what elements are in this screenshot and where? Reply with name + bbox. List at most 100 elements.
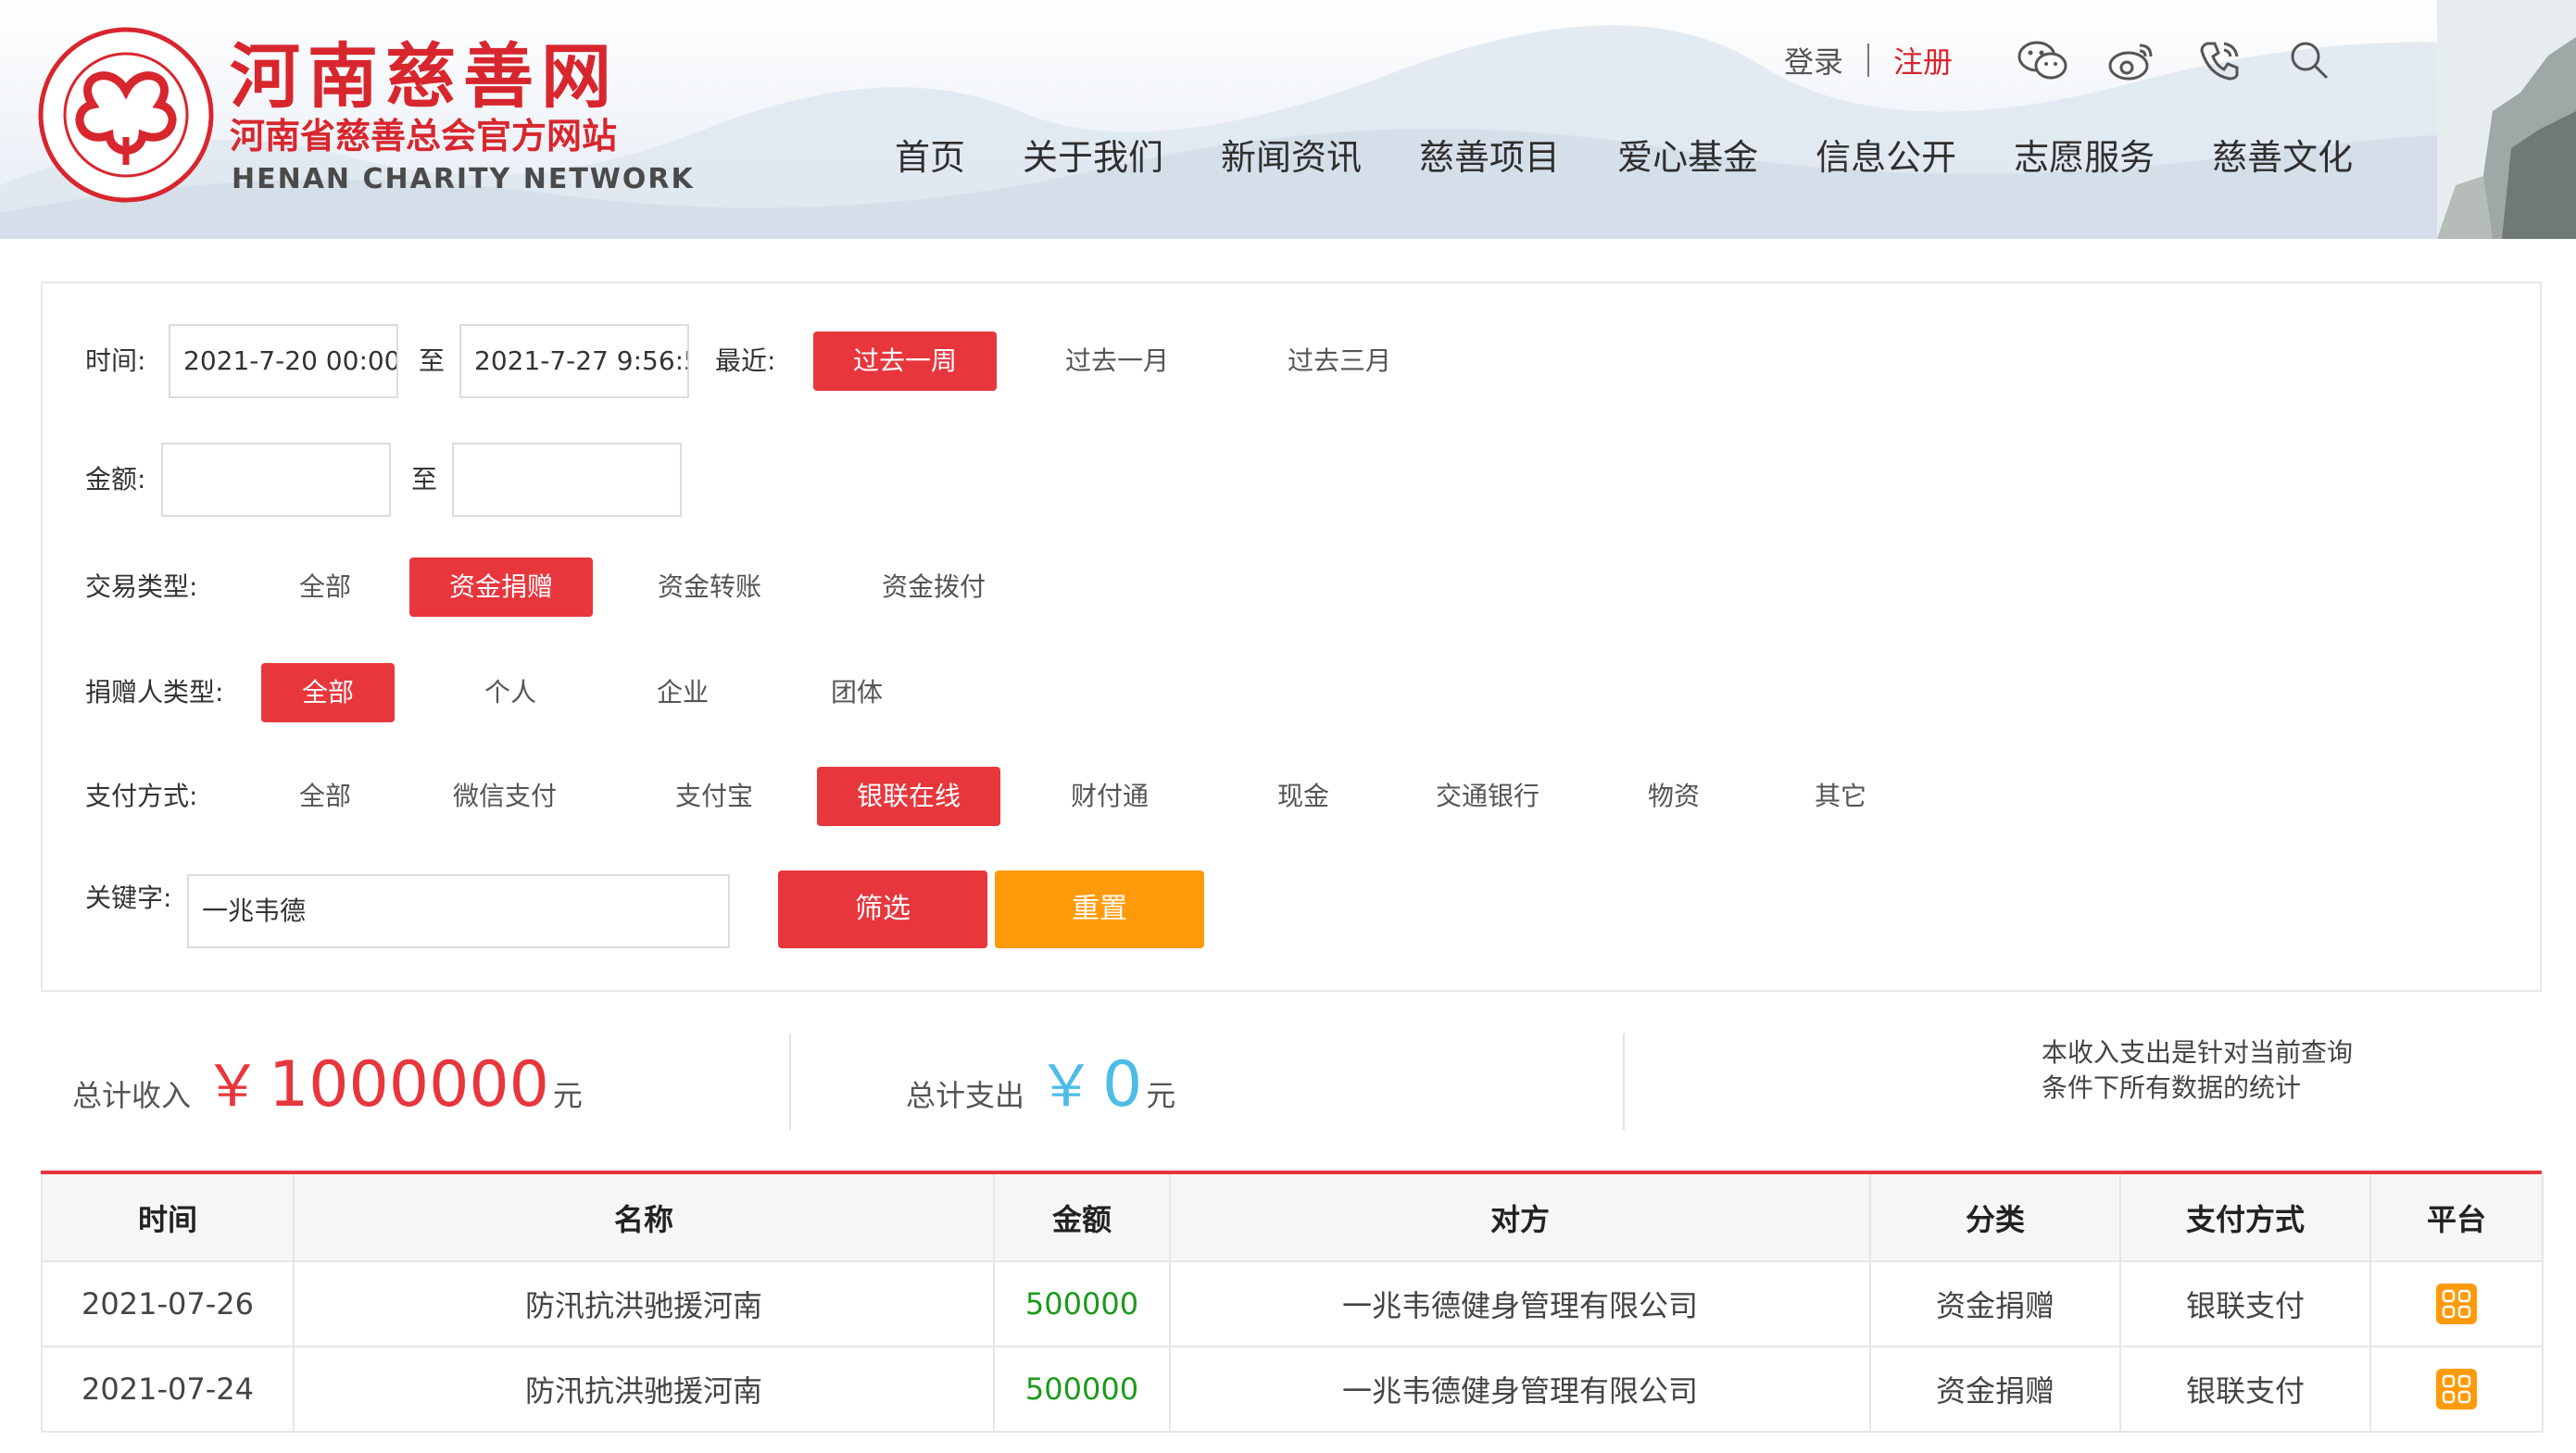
trade-type-allocation[interactable]: 资金拨付 <box>860 557 1008 617</box>
column-header-time[interactable]: 时间 <box>41 1174 295 1262</box>
amount-to-label: 至 <box>411 464 438 495</box>
wechat-icon[interactable] <box>2016 33 2069 87</box>
table-row[interactable]: 2021-07-26 防汛抗洪驰援河南 500000 一兆韦德健身管理有限公司 … <box>41 1260 2544 1347</box>
divider <box>1623 1033 1625 1130</box>
cell-pay: 银联支付 <box>2119 1346 2371 1433</box>
scenery-image <box>2437 0 2576 239</box>
cell-party: 一兆韦德健身管理有限公司 <box>1169 1346 1871 1433</box>
donor-type-row: 捐赠人类型: 全部 个人 企业 团体 <box>43 663 2540 722</box>
donor-type-group[interactable]: 团体 <box>797 663 917 722</box>
recent-past-month[interactable]: 过去一月 <box>1043 332 1191 391</box>
column-header-party[interactable]: 对方 <box>1169 1174 1871 1262</box>
trade-type-all[interactable]: 全部 <box>265 557 385 617</box>
cell-party: 一兆韦德健身管理有限公司 <box>1169 1260 1871 1347</box>
recent-past-three-months[interactable]: 过去三月 <box>1265 332 1414 391</box>
expense-value: 0 <box>1102 1048 1143 1121</box>
cell-amount: 500000 <box>993 1346 1171 1433</box>
income-unit: 元 <box>552 1078 583 1113</box>
column-header-pay[interactable]: 支付方式 <box>2119 1174 2371 1262</box>
filter-panel: 时间: 2021-7-20 00:00: 至 2021-7-27 9:56:5 … <box>41 282 2542 992</box>
platform-app-icon[interactable] <box>2436 1284 2477 1324</box>
summary-note-line2: 条件下所有数据的统计 <box>2042 1072 2302 1103</box>
transactions-table: 时间 名称 金额 对方 分类 支付方式 平台 2021-07-26 防汛抗洪驰援… <box>41 1171 2544 1433</box>
register-link[interactable]: 注册 <box>1893 39 1953 81</box>
weibo-icon[interactable] <box>2105 33 2158 87</box>
reset-button[interactable]: 重置 <box>995 871 1204 948</box>
divider <box>1867 44 1870 77</box>
pay-method-unionpay[interactable]: 银联在线 <box>817 767 1000 826</box>
trade-type-transfer[interactable]: 资金转账 <box>635 557 784 617</box>
divider <box>789 1033 791 1130</box>
pay-method-other[interactable]: 其它 <box>1790 767 1891 826</box>
cell-time: 2021-07-26 <box>41 1260 295 1347</box>
nav-news[interactable]: 新闻资讯 <box>1221 130 1362 185</box>
time-row: 时间: 2021-7-20 00:00: 至 2021-7-27 9:56:5 … <box>43 324 2540 398</box>
nav-volunteer[interactable]: 志愿服务 <box>2014 130 2155 185</box>
filter-button[interactable]: 筛选 <box>778 871 987 948</box>
login-link[interactable]: 登录 <box>1784 39 1843 81</box>
cell-category: 资金捐赠 <box>1869 1260 2121 1347</box>
cell-platform <box>2369 1260 2544 1347</box>
trade-type-row: 交易类型: 全部 资金捐赠 资金转账 资金拨付 <box>43 557 2540 617</box>
donor-type-individual[interactable]: 个人 <box>450 663 571 722</box>
recent-past-week[interactable]: 过去一周 <box>813 332 997 391</box>
main-nav: 首页 关于我们 新闻资讯 慈善项目 爱心基金 信息公开 志愿服务 慈善文化 <box>895 130 2410 185</box>
logo-subtitle: 河南省慈善总会官方网站 <box>230 116 618 157</box>
phone-icon[interactable] <box>2193 33 2247 87</box>
time-start-input[interactable]: 2021-7-20 00:00: <box>169 324 398 398</box>
auth-links: 登录 注册 <box>1784 37 1953 83</box>
recent-label: 最近: <box>715 345 776 376</box>
cell-name[interactable]: 防汛抗洪驰援河南 <box>293 1346 995 1433</box>
amount-row: 金额: 至 <box>43 443 2540 517</box>
amount-max-input[interactable] <box>452 443 682 517</box>
nav-disclosure[interactable]: 信息公开 <box>1816 130 1956 185</box>
cell-platform <box>2369 1346 2544 1433</box>
donor-type-enterprise[interactable]: 企业 <box>622 663 743 722</box>
trade-type-donation[interactable]: 资金捐赠 <box>409 557 593 617</box>
keyword-label: 关键字: <box>85 883 172 913</box>
amount-min-input[interactable] <box>161 443 391 517</box>
cell-amount: 500000 <box>993 1260 1171 1347</box>
nav-home[interactable]: 首页 <box>895 130 965 185</box>
summary-note-line1: 本收入支出是针对当前查询 <box>2042 1037 2354 1068</box>
platform-app-icon[interactable] <box>2436 1369 2477 1409</box>
nav-funds[interactable]: 爱心基金 <box>1617 130 1758 185</box>
summary-note: 本收入支出是针对当前查询 条件下所有数据的统计 <box>2042 1035 2431 1106</box>
expense-unit: 元 <box>1146 1078 1176 1113</box>
social-icons <box>2016 33 2336 87</box>
column-header-platform[interactable]: 平台 <box>2369 1174 2544 1262</box>
pay-method-goods[interactable]: 物资 <box>1623 767 1725 826</box>
donor-type-all[interactable]: 全部 <box>261 663 395 722</box>
time-end-input[interactable]: 2021-7-27 9:56:5 <box>459 324 689 398</box>
logo-title: 河南慈善网 <box>230 35 619 118</box>
nav-culture[interactable]: 慈善文化 <box>2212 130 2353 185</box>
time-to-label: 至 <box>419 345 446 376</box>
column-header-amount[interactable]: 金额 <box>993 1174 1171 1262</box>
trade-type-label: 交易类型: <box>85 571 198 602</box>
nav-about[interactable]: 关于我们 <box>1023 130 1163 185</box>
pay-method-bocom[interactable]: 交通银行 <box>1404 767 1571 826</box>
pay-method-tenpay[interactable]: 财付通 <box>1036 767 1184 826</box>
column-header-name[interactable]: 名称 <box>293 1174 995 1262</box>
pay-method-alipay[interactable]: 支付宝 <box>645 767 784 826</box>
cell-name[interactable]: 防汛抗洪驰援河南 <box>293 1260 995 1347</box>
pay-method-label: 支付方式: <box>85 781 198 811</box>
keyword-row: 关键字: 一兆韦德 筛选 重置 <box>43 871 2540 948</box>
pay-method-all[interactable]: 全部 <box>265 767 385 826</box>
pay-method-row: 支付方式: 全部 微信支付 支付宝 银联在线 财付通 现金 交通银行 物资 其它 <box>43 767 2540 826</box>
column-header-category[interactable]: 分类 <box>1869 1174 2121 1262</box>
expense-label: 总计支出 <box>906 1078 1025 1113</box>
time-label: 时间: <box>85 345 146 376</box>
amount-label: 金额: <box>85 464 146 495</box>
expense-symbol: ￥ <box>1037 1052 1096 1120</box>
cell-time: 2021-07-24 <box>41 1346 295 1433</box>
cell-pay: 银联支付 <box>2119 1260 2371 1347</box>
search-icon[interactable] <box>2282 33 2336 87</box>
table-row[interactable]: 2021-07-24 防汛抗洪驰援河南 500000 一兆韦德健身管理有限公司 … <box>41 1346 2544 1433</box>
pay-method-wechat[interactable]: 微信支付 <box>426 767 584 826</box>
table-header-row: 时间 名称 金额 对方 分类 支付方式 平台 <box>41 1174 2544 1262</box>
keyword-input[interactable]: 一兆韦德 <box>187 874 730 948</box>
pay-method-cash[interactable]: 现金 <box>1252 767 1354 826</box>
cell-category: 资金捐赠 <box>1869 1346 2121 1433</box>
nav-projects[interactable]: 慈善项目 <box>1419 130 1560 185</box>
